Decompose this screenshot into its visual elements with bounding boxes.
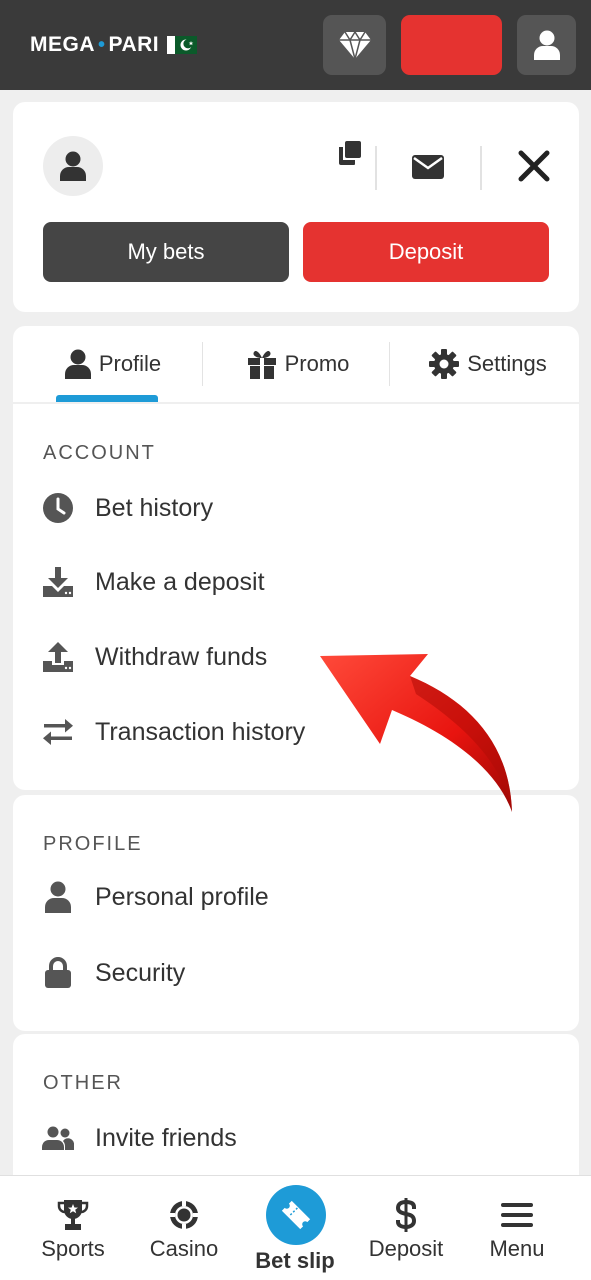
my-bets-button[interactable]: My bets [43, 222, 289, 282]
divider [375, 146, 377, 190]
menu-item-make-deposit[interactable]: Make a deposit [41, 562, 265, 602]
divider [480, 146, 482, 190]
nav-menu[interactable]: Menu [462, 1176, 572, 1280]
user-icon [41, 880, 75, 914]
menu-item-label: Personal profile [95, 882, 269, 911]
nav-sports[interactable]: Sports [18, 1176, 128, 1280]
nav-label: Sports [41, 1236, 105, 1261]
menu-item-label: Bet history [95, 493, 214, 522]
gear-icon [429, 349, 460, 379]
trophy-icon [57, 1198, 89, 1232]
tab-bar: Profile Promo Settings [13, 326, 579, 402]
nav-label: Casino [149, 1236, 219, 1261]
user-icon [533, 30, 560, 60]
chip-icon [169, 1198, 199, 1232]
menu-item-label: Transaction history [95, 717, 306, 746]
account-card: My bets Deposit [13, 102, 579, 312]
mail-icon[interactable] [411, 152, 445, 182]
red-arrow-annotation [320, 654, 512, 812]
avatar[interactable] [43, 136, 103, 196]
nav-deposit[interactable]: Deposit [351, 1176, 461, 1280]
download-icon [41, 565, 75, 599]
menu-item-label: Make a deposit [95, 567, 265, 596]
tab-label: Settings [467, 351, 547, 376]
menu-item-label: Invite friends [95, 1123, 237, 1152]
section-title: OTHER [43, 1072, 123, 1094]
copy-icon[interactable] [338, 140, 362, 166]
logo-text-right: PARI [108, 33, 160, 56]
menu-item-personal-profile[interactable]: Personal profile [41, 877, 269, 917]
upload-icon [41, 640, 75, 674]
vip-diamond-button[interactable] [323, 15, 386, 75]
active-tab-indicator [56, 395, 158, 402]
transfer-arrows-icon [41, 715, 75, 749]
tab-profile[interactable]: Profile [43, 326, 183, 402]
nav-bet-slip[interactable]: Bet slip [240, 1176, 350, 1280]
menu-item-withdraw-funds[interactable]: Withdraw funds [41, 637, 267, 677]
diamond-icon [338, 30, 371, 60]
gift-icon [247, 350, 276, 379]
section-title: ACCOUNT [43, 442, 156, 464]
logo[interactable]: MEGA • PARI [30, 33, 198, 57]
menu-item-bet-history[interactable]: Bet history [41, 488, 213, 528]
divider [389, 342, 390, 386]
close-icon[interactable] [516, 148, 552, 184]
pakistan-flag-icon [167, 36, 198, 54]
users-icon [41, 1121, 75, 1155]
deposit-button[interactable]: Deposit [303, 222, 549, 282]
user-icon [64, 349, 91, 379]
nav-label: Deposit [368, 1236, 444, 1261]
tab-settings[interactable]: Settings [408, 326, 568, 402]
bottom-navigation: Sports Casino Bet slip Deposit Menu [0, 1175, 591, 1280]
other-section: OTHER Invite friends [13, 1034, 579, 1194]
menu-item-label: Withdraw funds [95, 642, 268, 671]
divider [202, 342, 203, 386]
menu-item-security[interactable]: Security [41, 953, 185, 993]
hamburger-icon [501, 1198, 533, 1232]
user-icon [60, 151, 86, 181]
lock-icon [41, 956, 75, 990]
logo-dot: • [98, 33, 106, 56]
nav-label: Menu [489, 1236, 545, 1261]
dollar-icon [395, 1198, 417, 1232]
bet-slip-circle [266, 1185, 326, 1245]
ticket-icon [281, 1200, 311, 1230]
menu-item-transaction-history[interactable]: Transaction history [41, 712, 305, 752]
red-header-button[interactable] [401, 15, 502, 75]
section-title: PROFILE [43, 833, 143, 855]
menu-item-label: Security [95, 958, 186, 987]
logo-text-left: MEGA [30, 33, 95, 56]
top-bar: MEGA • PARI [0, 0, 591, 90]
tab-label: Promo [284, 351, 350, 376]
menu-item-invite-friends[interactable]: Invite friends [41, 1118, 237, 1158]
tab-label: Profile [98, 351, 162, 376]
account-button[interactable] [517, 15, 576, 75]
tab-promo[interactable]: Promo [213, 326, 383, 402]
nav-label: Bet slip [255, 1248, 335, 1273]
nav-casino[interactable]: Casino [129, 1176, 239, 1280]
clock-icon [41, 491, 75, 525]
profile-section: PROFILE Personal profile Security [13, 795, 579, 1031]
